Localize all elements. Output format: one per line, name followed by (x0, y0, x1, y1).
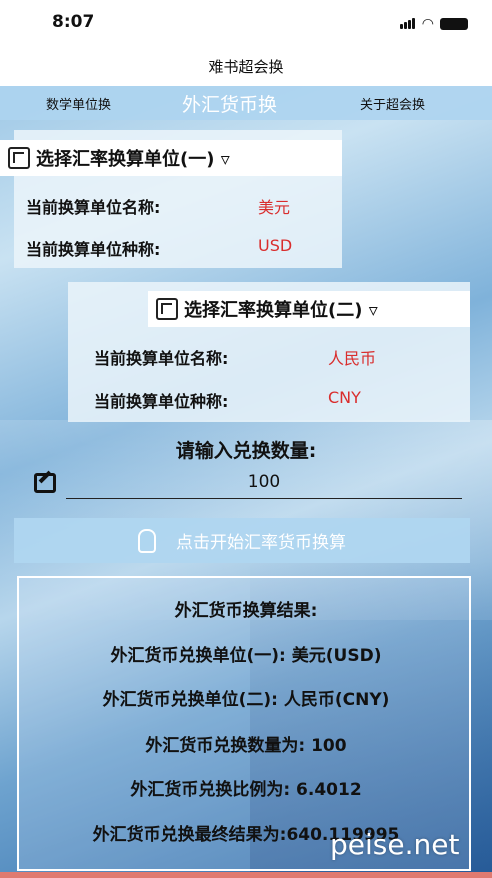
unit2-name-label: 当前换算单位名称: (94, 349, 229, 368)
result-title: 外汇货币换算结果: (174, 601, 318, 621)
unit2-code-value: CNY (328, 388, 361, 407)
unit1-name-value: 美元 (258, 198, 291, 217)
bottom-strip (0, 872, 492, 878)
status-time: 8:07 (52, 12, 95, 32)
result-rate: 外汇货币兑换比例为: 6.4012 (130, 780, 362, 800)
status-bar: 8:07 ◠ (0, 0, 492, 44)
result-panel: 外汇货币换算结果: 外汇货币兑换单位(一): 美元(USD) 外汇货币兑换单位(… (17, 576, 471, 871)
select-icon (156, 298, 178, 320)
hand-tap-icon (138, 528, 156, 553)
battery-icon (440, 17, 468, 30)
unit2-code-label: 当前换算单位种称: (94, 392, 229, 411)
nav-bar: 难书超会换 (0, 44, 492, 86)
quantity-prompt: 请输入兑换数量: (175, 440, 317, 462)
status-icons: ◠ (399, 14, 468, 33)
result-amount: 外汇货币兑换数量为: 100 (145, 736, 347, 756)
wifi-icon: ◠ (421, 15, 434, 32)
result-unit2: 外汇货币兑换单位(二): 人民币(CNY) (102, 690, 390, 710)
unit1-selector[interactable]: 选择汇率换算单位(一) ▿ (0, 140, 342, 176)
unit1-code-value: USD (258, 236, 293, 255)
unit2-selector-label: 选择汇率换算单位(二) ▿ (184, 300, 378, 321)
convert-button[interactable]: 点击开始汇率货币换算 (14, 518, 470, 563)
select-icon (8, 147, 30, 169)
edit-icon (34, 473, 56, 493)
unit2-selector[interactable]: 选择汇率换算单位(二) ▿ (148, 291, 470, 327)
result-unit1: 外汇货币兑换单位(一): 美元(USD) (110, 646, 382, 666)
page-title: 难书超会换 (208, 58, 284, 76)
tab-math-units[interactable]: 数学单位换 (46, 94, 111, 113)
unit1-selector-label: 选择汇率换算单位(一) ▿ (36, 149, 230, 170)
tab-bar: 数学单位换 外汇货币换 关于超会换 (0, 86, 492, 120)
unit1-name-label: 当前换算单位名称: (26, 198, 161, 217)
watermark: peise.net (330, 828, 460, 861)
signal-icon (399, 14, 416, 33)
tab-currency-exchange[interactable]: 外汇货币换 (182, 90, 277, 117)
unit1-code-label: 当前换算单位种称: (26, 240, 161, 259)
unit2-name-value: 人民币 (328, 349, 377, 368)
quantity-input[interactable]: 100 (66, 472, 462, 499)
tab-about[interactable]: 关于超会换 (360, 94, 425, 113)
convert-button-label: 点击开始汇率货币换算 (176, 533, 346, 553)
